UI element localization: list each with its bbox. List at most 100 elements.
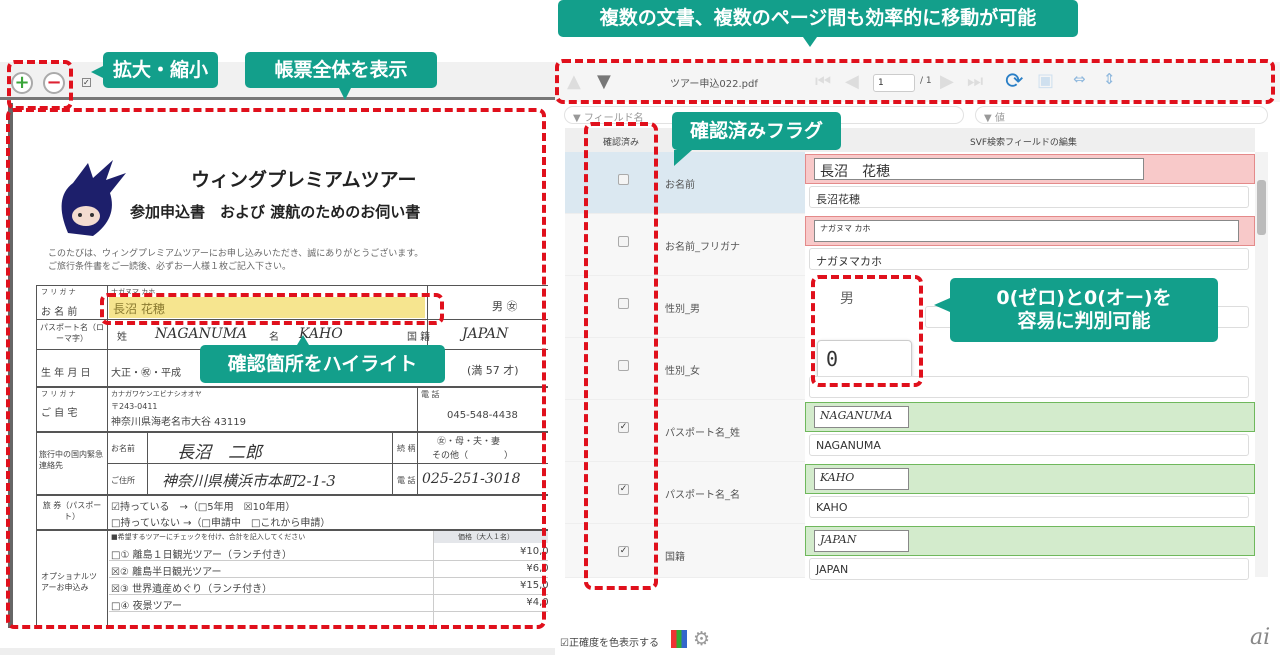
relation-value: ㊛・母・夫・妻 (437, 437, 501, 447)
confirmed-checkbox[interactable] (618, 360, 629, 371)
em-phone-value: 025-251-3018 (422, 471, 521, 487)
zoom-in-button[interactable]: + (11, 72, 33, 94)
field-value-input[interactable]: ナガヌマカホ (809, 248, 1249, 270)
fit-height-icon[interactable]: ⇕ (1103, 70, 1116, 88)
filter-icon: ▼ (573, 113, 584, 124)
furigana-value: ナガヌマ カホ (111, 288, 156, 296)
field-grid: 確認済み SVF検索フィールドの編集 お名前 長沼 花穂 長沼花穂 お名前_フリ… (565, 128, 1255, 580)
grid-scrollbar[interactable] (1255, 152, 1268, 577)
field-value: JAPAN (816, 563, 849, 576)
furigana-label: フ リ ガ ナ (41, 288, 76, 296)
name-highlight: 長沼 花穂 (109, 297, 425, 318)
tour-name: ☒③ 世界遺産めぐり（ランチ付き） (111, 584, 273, 595)
relation-label: 続 柄 (397, 444, 416, 453)
surname-label: 姓 (117, 332, 127, 343)
field-row: 性別_女 0 (565, 338, 1255, 400)
refresh-icon[interactable]: ⟳ (1005, 69, 1023, 94)
field-image-text: 0 (826, 347, 839, 371)
em-name-label: お名前 (111, 444, 135, 453)
accuracy-toggle[interactable]: ☑正確度を色表示する (560, 634, 659, 649)
first-page-button[interactable]: ⏮ (815, 71, 831, 92)
col-confirmed: 確認済み (603, 138, 640, 148)
address-furigana-label: フ リ ガ ナ (41, 390, 76, 398)
tour-name: □④ 夜景ツアー (111, 601, 182, 612)
field-value-input[interactable]: 長沼花穂 (809, 186, 1249, 208)
field-row: ✓ パスポート名_姓 NAGANUMA NAGANUMA (565, 400, 1255, 462)
field-label: パスポート名_姓 (665, 428, 740, 439)
passport-have: ☑持っている →（□5年用 ☒10年用） (111, 502, 296, 513)
tour-row: □④ 夜景ツアー ¥4,00 (109, 595, 548, 612)
callout-text: 複数の文書、複数のページ間も効率的に移動が可能 (599, 7, 1037, 30)
field-value-input[interactable]: KAHO (809, 496, 1249, 518)
document-filename: ツアー申込022.pdf (670, 79, 758, 90)
field-edit-cell: JAPAN JAPAN (805, 524, 1255, 580)
country-label: 国 籍 (407, 332, 431, 343)
tours-label: オプショナルツアーお申込み (41, 572, 97, 592)
callout-text: 確認済みフラグ (689, 119, 823, 142)
page-total: / 1 (920, 76, 932, 86)
field-label: 性別_女 (665, 366, 700, 377)
field-value-input[interactable] (809, 376, 1249, 398)
prev-page-button[interactable]: ◀ (845, 71, 859, 92)
field-image: KAHO (805, 464, 1255, 494)
confirmed-checkbox[interactable]: ✓ (618, 422, 629, 433)
viewer-bottom-bar (0, 648, 555, 655)
field-label: お名前 (665, 180, 695, 191)
tour-price: ¥4,00 (526, 597, 548, 608)
field-image-text: ナガヌマ カホ (814, 220, 1239, 242)
callout-highlight: 確認箇所をハイライト (200, 335, 445, 383)
field-value-input[interactable]: JAPAN (809, 558, 1249, 580)
next-page-button[interactable]: ▶ (940, 71, 954, 92)
surname-value: NAGANUMA (155, 326, 248, 342)
accuracy-checkbox[interactable]: ☑ (560, 638, 569, 649)
age-value: (満 57 才) (467, 364, 519, 377)
save-icon[interactable]: ▣ (1037, 70, 1054, 91)
tour-list: □① 離島１日観光ツアー（ランチ付き） ¥10,00 ☒② 離島半日観光ツアー ¥6… (109, 544, 548, 612)
em-address-value: 神奈川県横浜市本町2-1-3 (162, 472, 336, 490)
tour-price: ¥6,00 (526, 563, 548, 574)
confirmed-checkbox[interactable]: ✓ (618, 546, 629, 557)
field-value: KAHO (816, 501, 848, 514)
field-label: パスポート名_名 (665, 490, 740, 501)
next-document-button[interactable]: ▼ (597, 71, 611, 92)
zoom-out-button[interactable]: − (43, 72, 65, 94)
field-label: お名前_フリガナ (665, 242, 740, 253)
settings-gear-icon[interactable]: ⚙ (693, 628, 710, 650)
address-label: ご 自 宅 (41, 408, 78, 419)
filter-icon: ▼ (984, 113, 995, 124)
ai-logo: ai (1250, 625, 1271, 650)
tour-row: ☒③ 世界遺産めぐり（ランチ付き） ¥15,00 (109, 578, 548, 595)
postal-code: 〒243-0411 (111, 402, 158, 411)
field-image-text: JAPAN (814, 530, 909, 552)
callout-zero-o: 0(ゼロ)と0(オー)を 容易に判別可能 (934, 278, 1218, 342)
color-percent-icon[interactable] (671, 630, 687, 648)
confirmed-checkbox[interactable] (618, 236, 629, 247)
field-image: JAPAN (805, 526, 1255, 556)
name-label: お 名 前 (41, 307, 78, 318)
field-label: 性別_男 (665, 304, 700, 315)
confirmed-checkbox[interactable] (618, 174, 629, 185)
field-row: ✓ 国籍 JAPAN JAPAN (565, 524, 1255, 580)
fit-width-icon[interactable]: ⇔ (1073, 70, 1086, 88)
last-page-button[interactable]: ⏭ (967, 71, 983, 92)
application-form-table: フ リ ガ ナ ナガヌマ カホ お 名 前 長沼 花穂 男 ㊛ パスポート名（ロ… (36, 285, 548, 628)
address-furigana-value: カナガワケンエビナシオオヤ (111, 390, 202, 398)
field-image: ナガヌマ カホ (805, 216, 1255, 246)
field-edit-cell: ナガヌマ カホ ナガヌマカホ (805, 214, 1255, 276)
scrollbar-thumb[interactable] (1257, 180, 1266, 235)
birth-era: 大正・㊗・平成 (111, 368, 181, 379)
field-image-text: KAHO (814, 468, 909, 490)
given-label: 名 (269, 332, 279, 343)
fit-page-checkbox[interactable]: ✓ (82, 78, 91, 87)
prev-document-button[interactable]: ▲ (567, 71, 581, 92)
field-value-input[interactable]: NAGANUMA (809, 434, 1249, 456)
confirmed-checkbox[interactable]: ✓ (618, 484, 629, 495)
page-number-input[interactable]: 1 (873, 74, 915, 92)
callout-fit-page: 帳票全体を表示 (245, 52, 437, 100)
tour-name: □① 離島１日観光ツアー（ランチ付き） (111, 550, 292, 561)
value-filter[interactable]: ▼ 値 (975, 106, 1268, 124)
field-edit-cell: KAHO KAHO (805, 462, 1255, 524)
tour-price: ¥10,00 (520, 546, 548, 557)
confirmed-checkbox[interactable] (618, 298, 629, 309)
field-image: NAGANUMA (805, 402, 1255, 432)
